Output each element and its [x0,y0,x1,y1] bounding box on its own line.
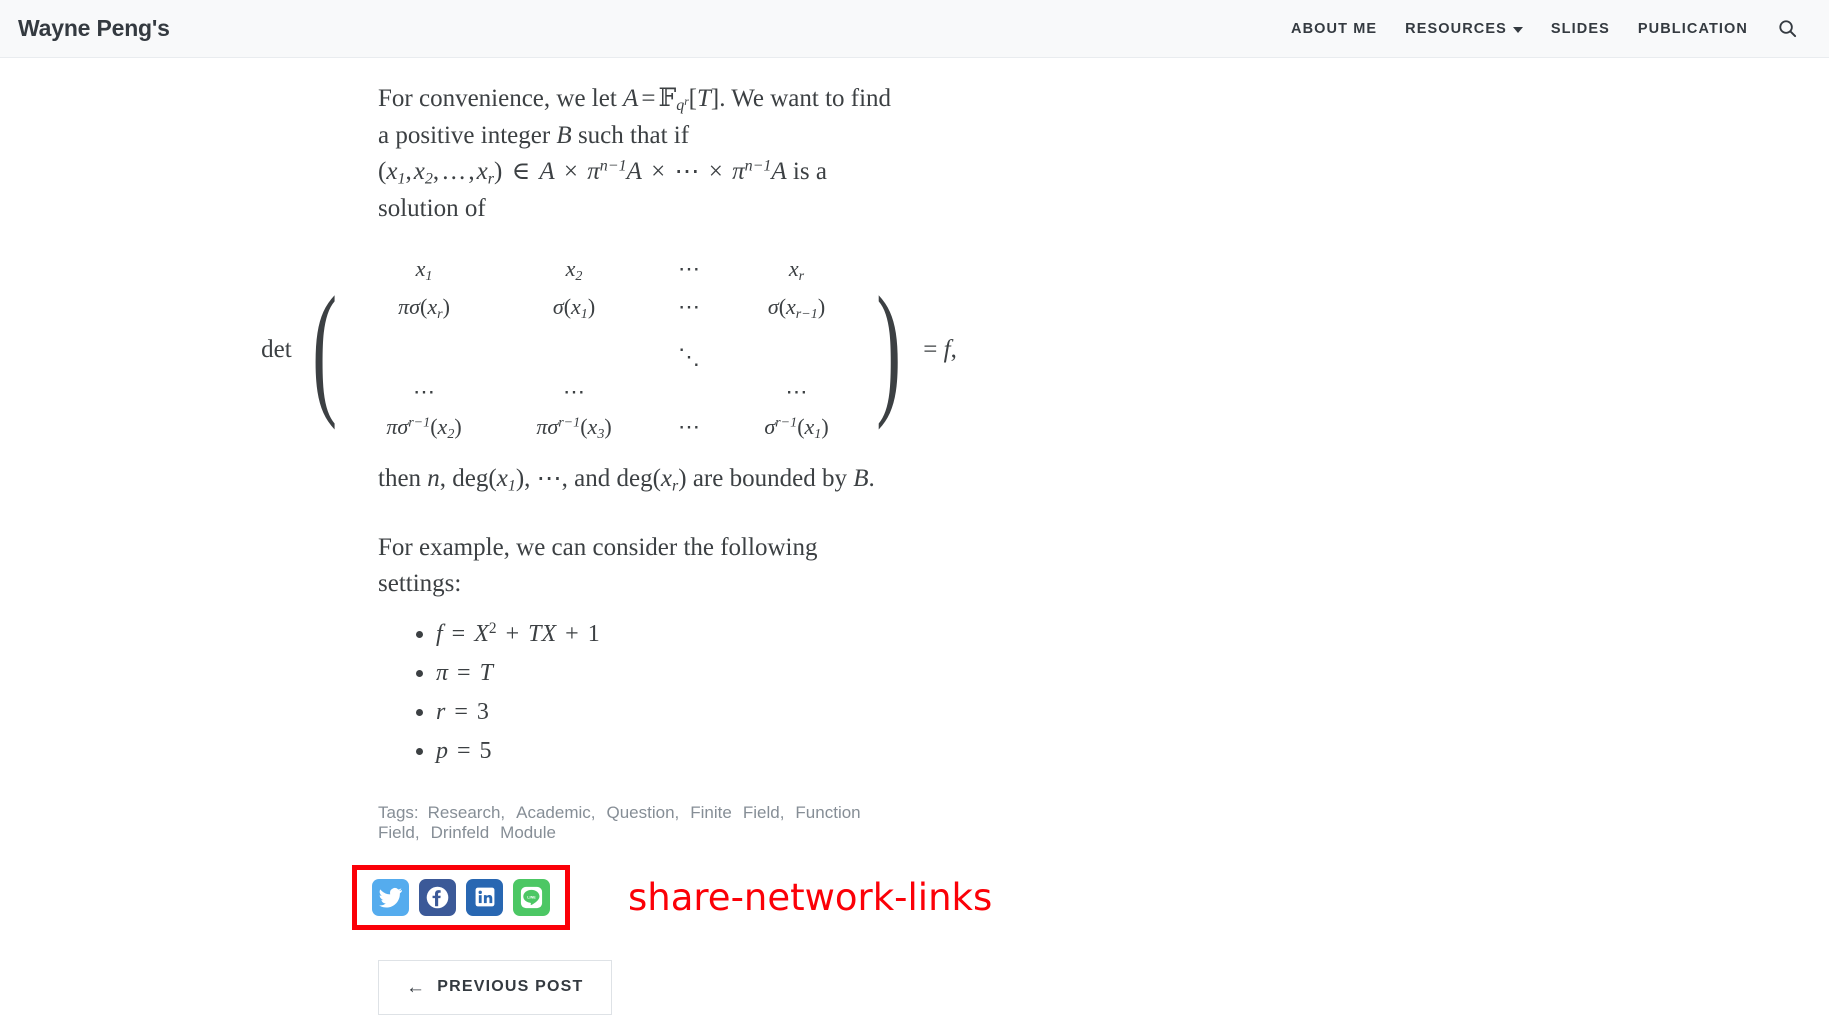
matrix-cell: πσr−1(x2) [386,414,462,443]
matrix-cell: x2 [565,256,583,285]
list-item: r = 3 [436,693,900,732]
matrix-cell [729,332,864,370]
matrix-cell: xr [788,256,805,285]
paragraph-for-example: For example, we can consider the followi… [378,534,818,597]
nav-item-resources[interactable]: RESOURCES [1391,15,1537,43]
determinant-equation: det ( x1 x2 ⋯ xr πσ(xr) σ(x1) ⋯ σ(xr−1) … [261,256,957,443]
site-brand-link[interactable]: Wayne Peng's [18,15,170,42]
tag-link[interactable]: Field, [743,803,785,823]
facebook-f-glyph [426,886,449,909]
list-item: p = 5 [436,732,900,771]
previous-post-button[interactable]: ← PREVIOUS POST [378,959,612,1015]
matrix-cell: ⋱ [678,344,700,370]
matrix-cell: πσ(xr) [398,294,450,323]
tag-link[interactable]: Question, [607,803,680,823]
equation-rhs: = f, [923,335,957,363]
twitter-share-icon[interactable] [372,878,409,916]
nav-item-publication[interactable]: PUBLICATION [1624,15,1762,43]
settings-list: f = X2 + TX + 1 π = T r = 3 p = 5 [378,615,900,771]
matrix-cell [649,379,729,405]
matrix-cell: πσr−1(x3) [536,414,612,443]
matrix-cell: ⋯ [678,414,700,440]
tag-link[interactable]: Function [795,803,860,823]
tag-link[interactable]: Academic, [516,803,595,823]
nav-item-about-me[interactable]: ABOUT ME [1277,15,1391,43]
matrix-grid: x1 x2 ⋯ xr πσ(xr) σ(x1) ⋯ σ(xr−1) ⋱ ⋯ ⋯ … [349,256,864,443]
paragraph-for-convenience: For convenience, we let A = 𝔽qr[T]. We wan… [378,83,892,222]
article-page: For convenience, we let A = 𝔽qr[T]. We wan… [0,58,1829,1015]
arrow-left-icon: ← [406,976,427,998]
linkedin-share-icon[interactable] [466,878,503,916]
chevron-down-icon [1512,26,1523,33]
pagination: ← PREVIOUS POST [378,930,900,1015]
main-navigation: ABOUT ME RESOURCES SLIDES PUBLICATION [1277,13,1807,44]
matrix-cell: x1 [415,256,433,285]
det-label: det [261,335,292,363]
matrix-left-paren: ( [312,266,337,431]
tag-link[interactable]: Module [500,823,556,843]
linkedin-in-glyph [475,887,494,907]
matrix-cell: ⋯ [413,379,435,405]
matrix-cell: σr−1(x1) [764,414,829,443]
tag-link[interactable]: Drinfeld [431,823,490,843]
svg-text:LINE: LINE [527,895,536,899]
tags-row: Tags: Research, Academic, Question, Fini… [378,803,900,843]
line-bubble-glyph: LINE [520,886,543,908]
matrix-cell: ⋯ [563,379,585,405]
matrix-cell: σ(x1) [552,294,596,323]
paragraph-bounded-by-b: then n, deg(x1), ⋯, and deg(xr) are boun… [378,465,875,495]
nav-item-slides[interactable]: SLIDES [1537,15,1624,43]
nav-item-label: RESOURCES [1405,20,1507,37]
matrix-cell [349,332,499,370]
matrix-cell [499,332,649,370]
nav-item-label: SLIDES [1550,20,1610,37]
search-icon [1779,20,1797,38]
search-button[interactable] [1762,13,1807,44]
tags-label: Tags: [378,802,419,822]
matrix-right-paren: ) [876,266,901,431]
nav-item-label: PUBLICATION [1637,20,1748,37]
tag-link[interactable]: Finite [690,803,732,823]
matrix-cell: ⋯ [678,294,700,320]
matrix-cell: σ(xr−1) [767,294,826,323]
share-row: LINE share-network-links [352,864,992,930]
previous-post-label: PREVIOUS POST [437,978,584,996]
site-header: Wayne Peng's ABOUT ME RESOURCES SLIDES P… [0,0,1829,58]
tag-link[interactable]: Research, [428,803,505,823]
list-item: π = T [436,654,900,693]
share-network-links: LINE [352,864,570,930]
line-share-icon[interactable]: LINE [513,878,550,916]
share-network-links-annotation: share-network-links [628,875,993,919]
list-item: f = X2 + TX + 1 [436,615,900,654]
facebook-share-icon[interactable] [419,878,456,916]
nav-item-label: ABOUT ME [1291,20,1378,37]
paragraph-text: For convenience, we let [378,85,624,112]
article-content: For convenience, we let A = 𝔽qr[T]. We wan… [0,58,992,1015]
twitter-bird-glyph [379,887,402,908]
matrix-cell: ⋯ [785,379,808,405]
tag-link[interactable]: Field, [378,823,420,843]
matrix-cell: ⋯ [678,256,700,282]
